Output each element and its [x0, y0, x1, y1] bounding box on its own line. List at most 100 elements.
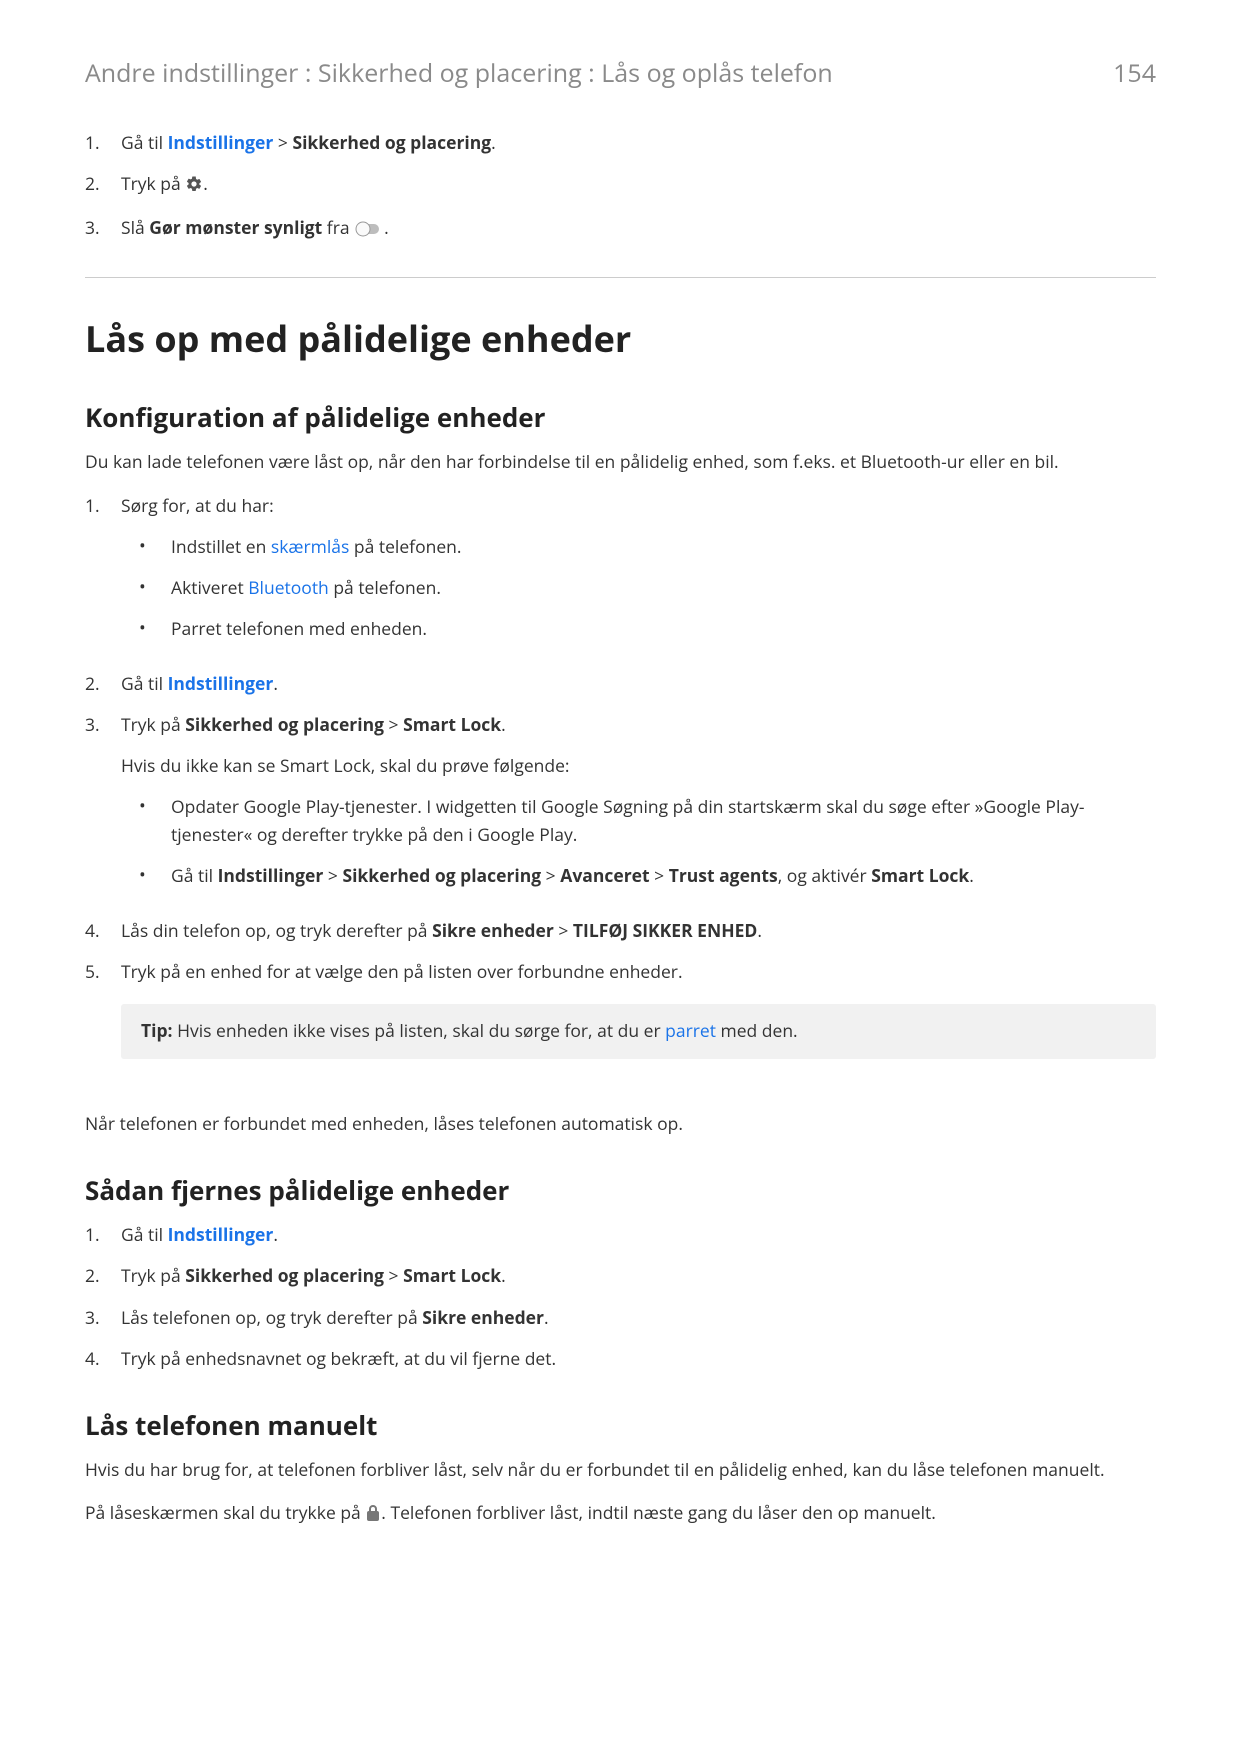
separator: > [273, 131, 292, 155]
step-content: Tryk på enhedsnavnet og bekræft, at du v… [121, 1346, 1156, 1373]
text: med den. [716, 1019, 798, 1043]
text: Slå [121, 216, 149, 240]
text: Gå til [121, 131, 168, 155]
step-number: 4. [85, 918, 121, 945]
step-content: Gå til Indstillinger. [121, 671, 1156, 698]
text: Gå til [121, 1223, 168, 1247]
bold-text: Sikkerhed og placering [185, 1264, 384, 1288]
sub-item: • Opdater Google Play-tjenester. I widge… [121, 794, 1156, 848]
step-3: 3. Lås telefonen op, og tryk derefter på… [85, 1305, 1156, 1332]
bold-text: Smart Lock [403, 713, 501, 737]
separator: > [541, 864, 560, 888]
configure-steps-list: 1. Sørg for, at du har: • Indstillet en … [85, 493, 1156, 1080]
text: på telefonen. [349, 535, 461, 559]
outro-text: Når telefonen er forbundet med enheden, … [85, 1111, 1156, 1138]
bold-text: Gør mønster synligt [149, 216, 322, 240]
step-1: 1. Sørg for, at du har: • Indstillet en … [85, 493, 1156, 658]
step-3: 3. Slå Gør mønster synligt fra . [85, 215, 1156, 245]
link-paired[interactable]: parret [665, 1019, 716, 1043]
step-2: 2. Tryk på Sikkerhed og placering > Smar… [85, 1263, 1156, 1290]
link-settings[interactable]: Indstillinger [168, 672, 274, 696]
step-number: 1. [85, 493, 121, 520]
text: Tryk på [121, 713, 185, 737]
step-number: 3. [85, 712, 121, 739]
text: . [491, 131, 496, 155]
bold-text: Indstillinger [218, 864, 324, 888]
bold-text: Sikkerhed og placering [342, 864, 541, 888]
bold-text: TILFØJ SIKKER ENHED [573, 919, 757, 943]
gear-icon [185, 174, 203, 201]
step-1: 1. Gå til Indstillinger > Sikkerhed og p… [85, 130, 1156, 157]
remove-steps-list: 1. Gå til Indstillinger. 2. Tryk på Sikk… [85, 1222, 1156, 1373]
page-title: Lås op med pålidelige enheder [85, 314, 1156, 363]
section-divider [85, 277, 1156, 278]
separator: > [384, 713, 403, 737]
sub-item: • Aktiveret Bluetooth på telefonen. [121, 575, 1156, 602]
text: . [757, 919, 762, 943]
text: Tryk på [121, 172, 185, 196]
text: Lås telefonen op, og tryk derefter på [121, 1306, 422, 1330]
section-configure: Konfiguration af pålidelige enheder Du k… [85, 399, 1156, 1138]
text: Aktiveret Bluetooth på telefonen. [171, 575, 1156, 602]
step-number: 3. [85, 215, 121, 242]
link-settings[interactable]: Indstillinger [168, 1223, 274, 1247]
text: Indstillet en [171, 535, 271, 559]
step-number: 2. [85, 1263, 121, 1290]
link-screenlock[interactable]: skærmlås [271, 535, 349, 559]
text: . [273, 1223, 278, 1247]
bold-text: Sikkerhed og placering [185, 713, 384, 737]
tip-label: Tip: [141, 1019, 173, 1043]
bold-text: Smart Lock [871, 864, 969, 888]
bullet-icon: • [121, 863, 171, 888]
step-4: 4. Tryk på enhedsnavnet og bekræft, at d… [85, 1346, 1156, 1373]
step-content: Tryk på . [121, 171, 1156, 201]
step-content: Lås telefonen op, og tryk derefter på Si… [121, 1305, 1156, 1332]
separator: > [384, 1264, 403, 1288]
step-content: Tryk på Sikkerhed og placering > Smart L… [121, 712, 1156, 904]
section-heading: Lås telefonen manuelt [85, 1407, 1156, 1443]
text: . [273, 672, 278, 696]
text: . [969, 864, 974, 888]
sub-item: • Indstillet en skærmlås på telefonen. [121, 534, 1156, 561]
step-3: 3. Tryk på Sikkerhed og placering > Smar… [85, 712, 1156, 904]
text: . [544, 1306, 549, 1330]
text: . [384, 216, 389, 240]
text: Hvis enheden ikke vises på listen, skal … [173, 1019, 666, 1043]
section-remove: Sådan fjernes pålidelige enheder 1. Gå t… [85, 1172, 1156, 1373]
text: . [501, 713, 506, 737]
text: . [203, 172, 208, 196]
sub-item: • Gå til Indstillinger > Sikkerhed og pl… [121, 863, 1156, 890]
lock-icon [365, 1503, 381, 1530]
step-number: 4. [85, 1346, 121, 1373]
bold-text: Trust agents [669, 864, 778, 888]
step-number: 1. [85, 130, 121, 157]
text: Sørg for, at du har: [121, 494, 274, 518]
step-content: Sørg for, at du har: • Indstillet en skæ… [121, 493, 1156, 658]
link-settings[interactable]: Indstillinger [168, 131, 274, 155]
intro-text: Hvis du har brug for, at telefonen forbl… [85, 1457, 1156, 1484]
bullet-icon: • [121, 616, 171, 641]
section-heading: Sådan fjernes pålidelige enheder [85, 1172, 1156, 1208]
top-steps-list: 1. Gå til Indstillinger > Sikkerhed og p… [85, 130, 1156, 245]
step-content: Gå til Indstillinger. [121, 1222, 1156, 1249]
text: . [501, 1264, 506, 1288]
step-content: Tryk på Sikkerhed og placering > Smart L… [121, 1263, 1156, 1290]
bold-text: Smart Lock [403, 1264, 501, 1288]
link-bluetooth[interactable]: Bluetooth [248, 576, 329, 600]
section-manual-lock: Lås telefonen manuelt Hvis du har brug f… [85, 1407, 1156, 1530]
text: Parret telefonen med enheden. [171, 616, 1156, 643]
body-text: På låseskærmen skal du trykke på . Telef… [85, 1500, 1156, 1530]
step-content: Tryk på en enhed for at vælge den på lis… [121, 959, 1156, 1079]
text: Aktiveret [171, 576, 248, 600]
step-number: 2. [85, 671, 121, 698]
step-5: 5. Tryk på en enhed for at vælge den på … [85, 959, 1156, 1079]
step-2: 2. Gå til Indstillinger. [85, 671, 1156, 698]
note-text: Hvis du ikke kan se Smart Lock, skal du … [121, 753, 1156, 780]
page-header: Andre indstillinger : Sikkerhed og place… [85, 56, 1156, 90]
text: . Telefonen forbliver låst, indtil næste… [381, 1501, 936, 1525]
sub-list: • Indstillet en skærmlås på telefonen. •… [121, 534, 1156, 643]
breadcrumb: Andre indstillinger : Sikkerhed og place… [85, 56, 833, 90]
text: , og aktivér [778, 864, 872, 888]
bold-text: Sikkerhed og placering [292, 131, 491, 155]
step-content: Lås din telefon op, og tryk derefter på … [121, 918, 1156, 945]
